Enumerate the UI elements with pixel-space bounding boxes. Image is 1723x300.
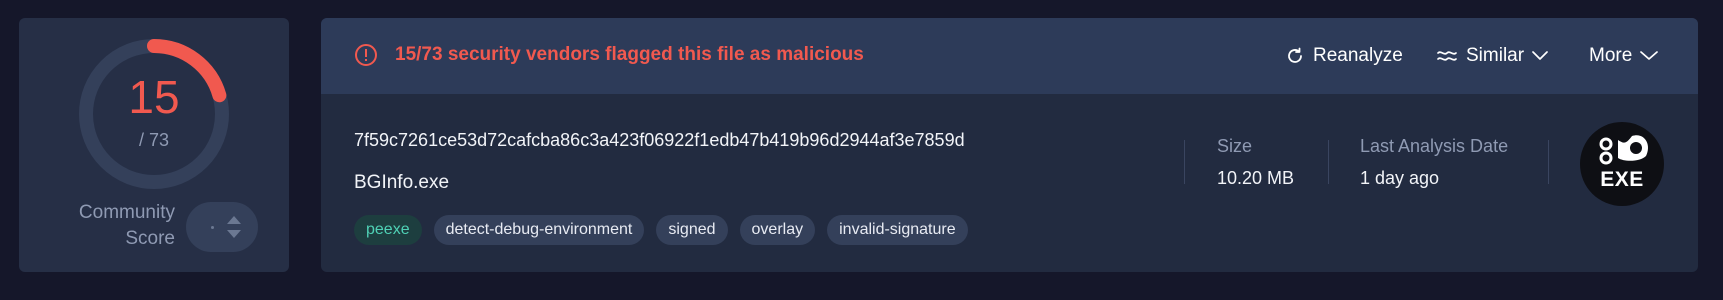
alert-circle-icon [355, 44, 377, 66]
similar-waves-icon [1437, 51, 1457, 61]
meta-divider [1184, 140, 1185, 184]
chevron-down-icon [1532, 51, 1548, 60]
more-label: More [1589, 45, 1633, 66]
tag-overlay[interactable]: overlay [739, 215, 816, 245]
detection-gauge: 15 / 73 [78, 38, 230, 190]
last-analysis-date-label: Last Analysis Date [1360, 136, 1509, 156]
size-value: 10.20 MB [1217, 168, 1295, 188]
community-score-label-line2: Score [125, 228, 175, 249]
refresh-icon [1288, 47, 1302, 63]
community-score-label: Community Score [49, 200, 175, 252]
file-hash[interactable]: 7f59c7261ce53d72cafcba86c3a423f06922f1ed… [354, 130, 965, 151]
more-button[interactable]: More [1589, 43, 1659, 69]
tag-invalid-signature[interactable]: invalid-signature [827, 215, 968, 245]
file-tags: peexe detect-debug-environment signed ov… [354, 215, 968, 245]
downvote-icon[interactable] [227, 230, 241, 238]
last-analysis-date-value: 1 day ago [1360, 168, 1440, 188]
tag-peexe[interactable]: peexe [354, 215, 422, 245]
upvote-icon[interactable] [227, 216, 241, 224]
similar-button[interactable]: Similar [1436, 43, 1548, 69]
reanalyze-label: Reanalyze [1313, 45, 1403, 66]
size-label: Size [1217, 136, 1253, 156]
filetype-label: EXE [1600, 168, 1644, 191]
community-score-label-line1: Community [78, 202, 175, 223]
detection-banner: 15/73 security vendors flagged this file… [321, 18, 1698, 94]
community-score-dot [211, 226, 214, 229]
tag-signed[interactable]: signed [656, 215, 728, 245]
detection-count: 15 [128, 71, 180, 123]
community-vote-control[interactable] [186, 202, 258, 252]
chevron-down-icon [1640, 51, 1659, 60]
detection-alert-text: 15/73 security vendors flagged this file… [395, 44, 864, 65]
tag-detect-debug-environment[interactable]: detect-debug-environment [433, 215, 645, 245]
meta-divider [1328, 140, 1329, 184]
meta-divider [1548, 140, 1549, 184]
similar-label: Similar [1466, 45, 1525, 66]
detection-total: / 73 [138, 130, 170, 150]
file-summary-card: 15/73 security vendors flagged this file… [321, 18, 1698, 272]
reanalyze-button[interactable]: Reanalyze [1285, 43, 1403, 69]
filetype-exe-badge: EXE [1580, 122, 1664, 206]
gears-exe-icon [1599, 135, 1649, 165]
detection-score-card: 15 / 73 Community Score [19, 18, 289, 272]
file-name: BGInfo.exe [354, 172, 450, 193]
